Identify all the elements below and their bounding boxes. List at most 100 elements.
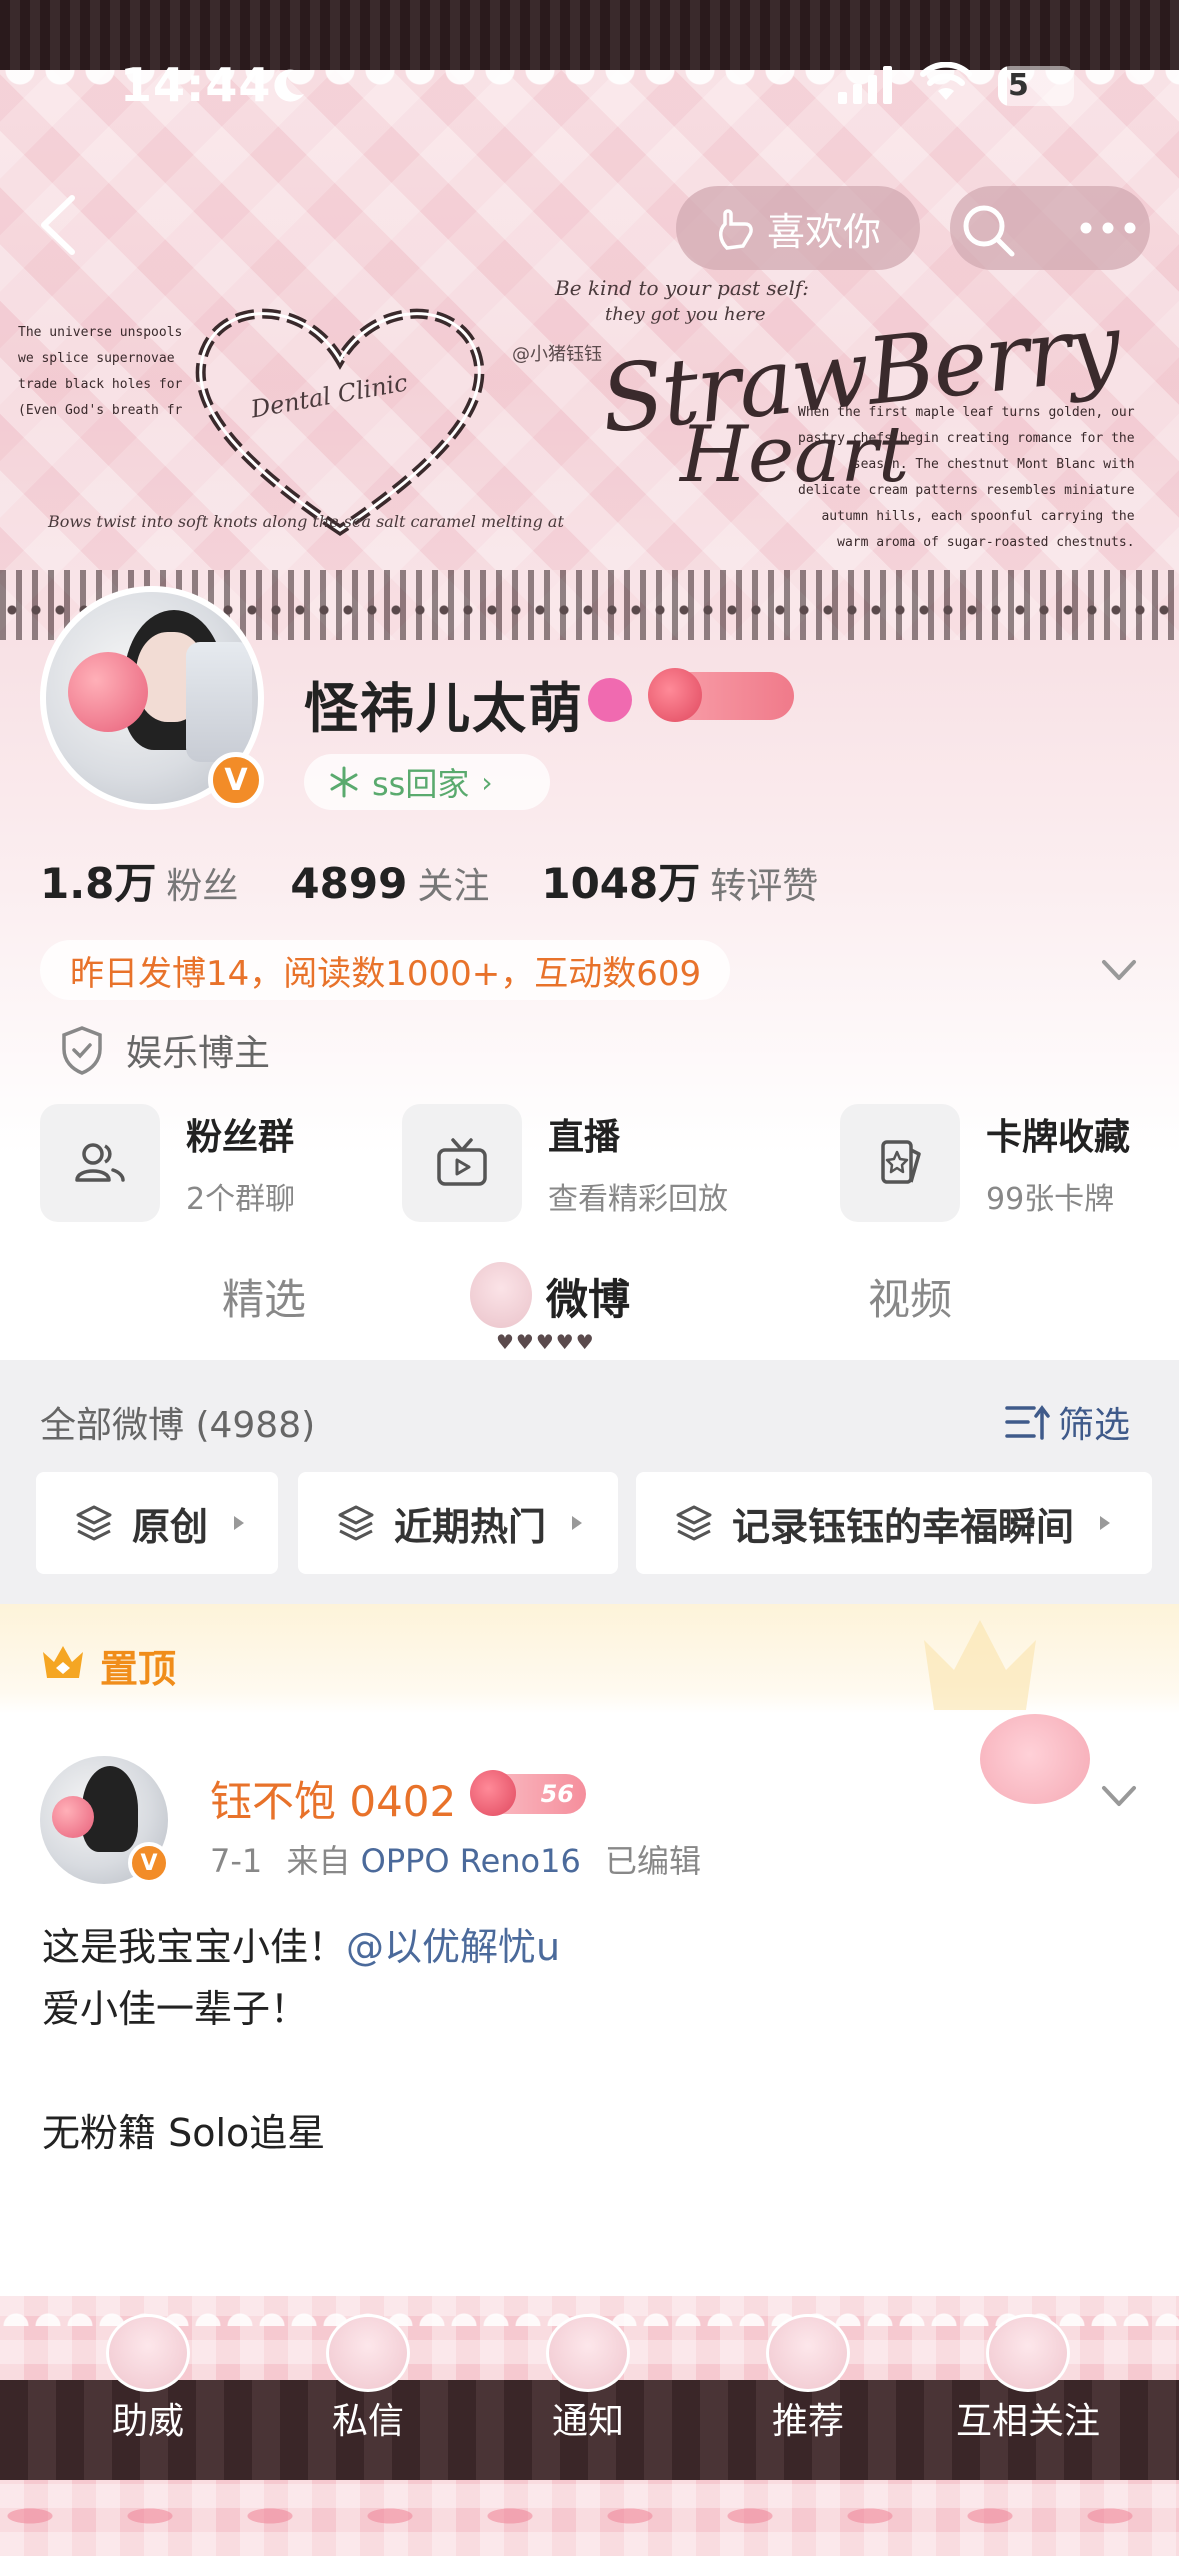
post-meta: 7-1 来自 OPPO Reno16 已编辑	[210, 1836, 701, 1882]
gesture-icon	[718, 209, 753, 250]
feature-fan-group[interactable]: 粉丝群 2个群聊	[40, 1104, 295, 1222]
banner-text-line: warm aroma of sugar-roasted chestnuts.	[837, 535, 1135, 550]
stat-followers[interactable]: 1.8万 粉丝	[40, 850, 238, 911]
pinned-post[interactable]: V 钰不饱 0402 56 7-1 来自 OPPO Reno16 已编辑 这是我…	[0, 1714, 1179, 2294]
post-mention[interactable]: @以优解忧u	[346, 1925, 560, 1969]
bottom-tab-label: 通知	[551, 2401, 624, 2442]
tagline-sub: they got you here	[605, 304, 766, 325]
fan-club-button[interactable]: ss回家 ›	[304, 754, 550, 810]
tab-video[interactable]: 视频	[868, 1266, 952, 1327]
banner-text-line: delicate cream patterns resembles miniat…	[798, 483, 1135, 498]
bottom-tab-notifications[interactable]: 通知	[498, 2314, 678, 2444]
post-source-prefix: 来自	[286, 1842, 351, 1880]
wifi-icon	[920, 62, 972, 100]
stat-following[interactable]: 4899 关注	[290, 857, 489, 909]
search-icon[interactable]	[956, 198, 1020, 262]
chevron-down-icon[interactable]	[1098, 1780, 1140, 1812]
bottom-tab-label: 推荐	[771, 2401, 844, 2442]
banner-bottom-text: Bows twist into soft knots along the sea…	[48, 512, 564, 531]
chip-original[interactable]: 原创	[36, 1472, 278, 1574]
bottom-tab-label: 助威	[111, 2401, 184, 2442]
chip-happy-moments[interactable]: 记录钰钰的幸福瞬间	[636, 1472, 1152, 1574]
group-icon	[75, 1143, 125, 1182]
cellular-signal-icon	[838, 66, 892, 104]
tab-heart-indicator: ♥♥♥♥♥	[496, 1330, 596, 1354]
chip-label: 原创	[132, 1504, 209, 1549]
feature-subtitle: 99张卡牌	[986, 1182, 1115, 1217]
feature-subtitle: 查看精彩回放	[548, 1182, 728, 1217]
pinned-label: 置顶	[100, 1647, 177, 1691]
banner-watermark: @小猪钰钰	[512, 344, 602, 365]
stat-value: 1048万	[541, 859, 701, 908]
moon-icon	[274, 69, 304, 102]
status-time: 14:44	[120, 58, 272, 112]
banner-text-line: (Even God's breath fr	[18, 403, 183, 418]
like-you-label: 喜欢你	[766, 209, 881, 254]
all-posts-count: 全部微博 (4988)	[40, 1405, 316, 1446]
bow-decoration-row	[0, 2486, 1179, 2546]
bottom-tab-cheer[interactable]: 助威	[58, 2314, 238, 2444]
filter-button[interactable]: 筛选	[1004, 1396, 1130, 1448]
chip-label: 记录钰钰的幸福瞬间	[732, 1504, 1075, 1549]
banner-text-line: pastry chefs begin creating romance for …	[798, 431, 1135, 446]
stat-label: 转评赞	[710, 866, 819, 907]
feature-shortcuts: 粉丝群 2个群聊 直播 查看精彩回放 卡牌收藏 99张卡牌	[40, 1104, 1150, 1222]
filter-section: 全部微博 (4988) 筛选 原创 近期热门 记录钰钰的幸福瞬间	[0, 1360, 1179, 1604]
caret-right-icon	[234, 1516, 245, 1530]
bottom-tab-recommend[interactable]: 推荐	[718, 2314, 898, 2444]
bottom-tab-mutual-follow[interactable]: 互相关注	[938, 2314, 1118, 2444]
chevron-right-icon: ›	[481, 765, 493, 799]
stat-interactions[interactable]: 1048万 转评赞	[541, 850, 818, 911]
layers-icon	[76, 1505, 112, 1541]
post-author-name[interactable]: 钰不饱 0402	[210, 1768, 456, 1829]
avatar-peach	[52, 1796, 94, 1838]
tab-weibo[interactable]: 微博	[546, 1266, 630, 1327]
battery-fill	[998, 66, 1008, 106]
banner-text-line: we splice supernovae	[18, 351, 175, 366]
verified-badge-icon: V	[208, 752, 264, 808]
crown-icon	[43, 1646, 83, 1678]
chip-trending[interactable]: 近期热门	[298, 1472, 618, 1574]
pig-decoration-icon	[980, 1714, 1090, 1804]
heart-frame-icon	[195, 308, 485, 537]
feature-title: 粉丝群	[186, 1117, 295, 1158]
bear-decoration-icon	[986, 2314, 1070, 2392]
stat-label: 粉丝	[166, 866, 239, 907]
banner-text-line: The universe unspools	[18, 325, 183, 340]
fan-club-label: ss回家	[372, 765, 470, 803]
tagline-top: Be kind to your past self:	[555, 276, 810, 300]
caret-right-icon	[572, 1516, 583, 1530]
chevron-down-icon[interactable]	[1096, 952, 1142, 988]
like-you-button[interactable]: 喜欢你	[676, 186, 920, 270]
feature-title: 卡牌收藏	[986, 1117, 1131, 1158]
creator-category[interactable]: 娱乐博主	[60, 1024, 270, 1076]
tab-featured[interactable]: 精选	[222, 1266, 306, 1327]
stat-value: 4899	[290, 859, 408, 908]
chip-label: 近期热门	[394, 1504, 547, 1549]
stat-label: 关注	[417, 866, 490, 907]
profile-stats: 1.8万 粉丝 4899 关注 1048万 转评赞	[40, 850, 818, 911]
content-tabs: 精选 微博 ♥♥♥♥♥ 视频	[0, 1246, 1179, 1360]
panda-decoration-icon	[546, 2314, 630, 2392]
pinned-header: 置顶	[0, 1604, 1179, 1714]
feature-subtitle: 2个群聊	[186, 1182, 296, 1217]
post-device[interactable]: OPPO Reno16	[361, 1842, 581, 1880]
feature-card-collection[interactable]: 卡牌收藏 99张卡牌	[840, 1104, 1130, 1222]
post-line: 无粉籍 Solo追星	[42, 2111, 326, 2155]
feature-live[interactable]: 直播 查看精彩回放	[402, 1104, 728, 1222]
female-gender-icon	[588, 678, 632, 722]
verified-badge-icon: V	[128, 1842, 170, 1884]
bow-decoration-icon	[766, 2314, 850, 2392]
activity-summary[interactable]: 昨日发博14，阅读数1000+，互动数609	[40, 940, 730, 1000]
feature-title: 直播	[548, 1117, 621, 1158]
battery-level: 5	[1008, 68, 1029, 103]
back-arrow-icon[interactable]	[30, 190, 90, 260]
filter-label: 筛选	[1058, 1405, 1131, 1446]
more-options-icon[interactable]	[1078, 220, 1138, 236]
post-body: 这是我宝宝小佳！@以优解忧u 爱小佳一辈子！ 无粉籍 Solo追星	[42, 1916, 560, 2164]
banner-text-line: season. The chestnut Mont Blanc with	[852, 457, 1135, 472]
filter-icon	[1005, 1405, 1050, 1440]
strawberry-icon	[470, 1770, 516, 1816]
caret-right-icon	[1100, 1516, 1111, 1530]
bottom-tab-messages[interactable]: 私信	[278, 2314, 458, 2444]
